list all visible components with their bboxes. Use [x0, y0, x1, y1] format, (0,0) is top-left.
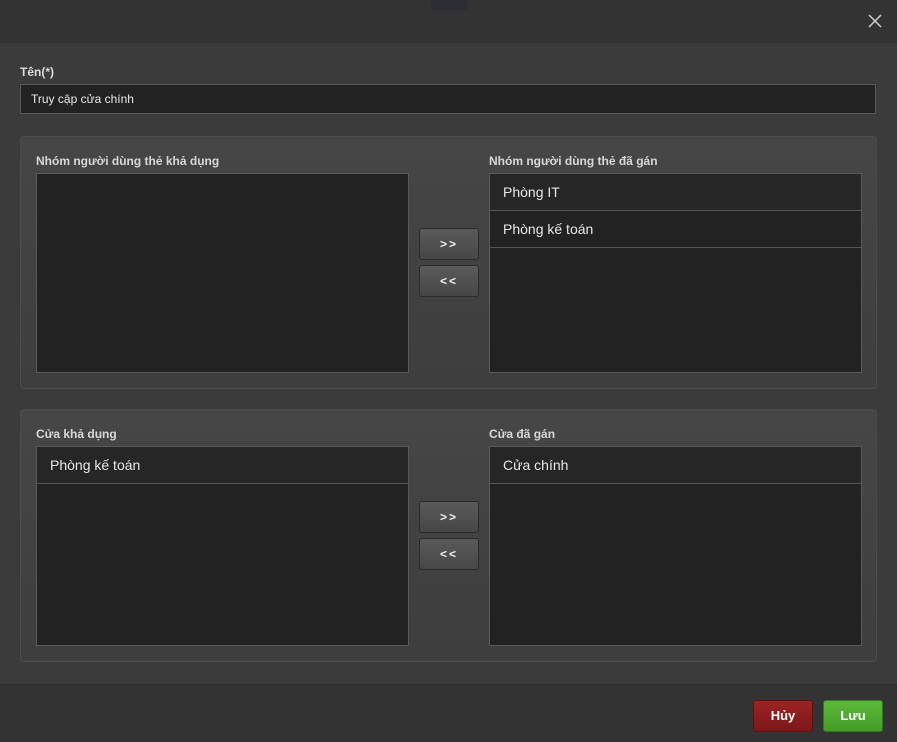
- available-user-groups-list[interactable]: [36, 173, 409, 373]
- assigned-doors-label: Cửa đã gán: [489, 427, 556, 441]
- available-doors-label: Cửa khả dụng: [36, 427, 117, 441]
- name-input[interactable]: [20, 84, 876, 114]
- name-label: Tên(*): [20, 65, 54, 79]
- assigned-doors-list[interactable]: Cửa chính: [489, 446, 862, 646]
- dialog-body: Tên(*) Nhóm người dùng thẻ khả dụng Nhóm…: [0, 43, 897, 684]
- dialog-header: [0, 0, 897, 43]
- list-item[interactable]: Phòng IT: [490, 174, 861, 211]
- assigned-user-groups-label: Nhóm người dùng thẻ đã gán: [489, 154, 658, 168]
- user-groups-panel: Nhóm người dùng thẻ khả dụng Nhóm người …: [20, 136, 877, 389]
- assigned-user-groups-list[interactable]: Phòng IT Phòng kế toán: [489, 173, 862, 373]
- doors-panel: Cửa khả dụng Cửa đã gán Phòng kế toán >>…: [20, 409, 877, 662]
- cancel-button[interactable]: Hủy: [753, 700, 813, 732]
- available-user-groups-label: Nhóm người dùng thẻ khả dụng: [36, 154, 220, 168]
- assign-user-group-button[interactable]: >>: [419, 228, 479, 260]
- close-button[interactable]: [865, 11, 885, 31]
- assign-door-button[interactable]: >>: [419, 501, 479, 533]
- available-doors-list[interactable]: Phòng kế toán: [36, 446, 409, 646]
- close-icon: [868, 14, 882, 28]
- unassign-door-button[interactable]: <<: [419, 538, 479, 570]
- list-item[interactable]: Phòng kế toán: [490, 211, 861, 248]
- save-button[interactable]: Lưu: [823, 700, 883, 732]
- header-tab: [431, 0, 467, 10]
- dialog-footer: Hủy Lưu: [0, 684, 897, 742]
- unassign-user-group-button[interactable]: <<: [419, 265, 479, 297]
- list-item[interactable]: Cửa chính: [490, 447, 861, 484]
- list-item[interactable]: Phòng kế toán: [37, 447, 408, 484]
